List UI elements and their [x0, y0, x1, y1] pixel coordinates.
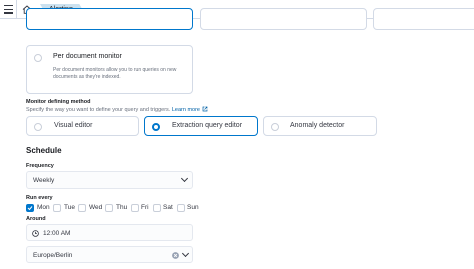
- frequency-value: Weekly: [33, 177, 55, 184]
- chevron-down-icon: [181, 249, 190, 258]
- time-value: 12:00 AM: [43, 229, 71, 237]
- checkbox-mon[interactable]: [26, 204, 34, 212]
- check-icon: [27, 206, 33, 211]
- per-document-description: Per document monitors allow you to run q…: [53, 67, 177, 80]
- monitor-type-card-bucket[interactable]: [200, 8, 367, 30]
- hamburger-icon[interactable]: [4, 5, 13, 14]
- per-document-monitor-card[interactable]: Per document monitor Per document monito…: [26, 45, 193, 94]
- checkbox-sat[interactable]: [153, 204, 161, 212]
- checkbox-tue[interactable]: [53, 204, 61, 212]
- checkbox-fri[interactable]: [131, 204, 139, 212]
- checkbox-wed[interactable]: [78, 204, 86, 212]
- schedule-heading: Schedule: [26, 146, 62, 155]
- day-label-sat: Sat: [163, 204, 173, 211]
- frequency-select[interactable]: Weekly: [26, 171, 193, 189]
- per-document-radio[interactable]: [34, 54, 42, 62]
- clear-icon[interactable]: [172, 251, 179, 259]
- run-every-label: Run every: [26, 195, 53, 201]
- visual-editor-label: Visual editor: [54, 122, 93, 129]
- day-label-wed: Wed: [89, 204, 103, 211]
- day-label-mon: Mon: [37, 204, 50, 211]
- timezone-select[interactable]: Europe/Berlin: [26, 246, 193, 263]
- checkbox-sun[interactable]: [177, 204, 185, 212]
- defining-method-label: Monitor defining method: [26, 99, 91, 105]
- visual-editor-radio[interactable]: [34, 122, 42, 131]
- learn-more-link[interactable]: Learn more: [172, 107, 200, 113]
- day-label-thu: Thu: [116, 204, 128, 211]
- per-document-title: Per document monitor: [53, 53, 122, 60]
- clock-icon: [32, 229, 39, 237]
- day-label-sun: Sun: [187, 204, 199, 211]
- external-link-icon[interactable]: [202, 106, 208, 112]
- checkbox-thu[interactable]: [105, 204, 113, 212]
- chevron-down-icon: [180, 174, 189, 183]
- monitor-type-card-extra[interactable]: [373, 8, 474, 30]
- timezone-value: Europe/Berlin: [33, 251, 73, 259]
- divider: [16, 0, 17, 19]
- option-extraction-query-editor[interactable]: Extraction query editor: [144, 116, 258, 136]
- extraction-query-label: Extraction query editor: [172, 122, 243, 129]
- frequency-label: Frequency: [26, 163, 54, 169]
- defining-method-help-text: Specify the way you want to define your …: [26, 107, 171, 113]
- day-label-fri: Fri: [141, 204, 149, 211]
- option-visual-editor[interactable]: Visual editor: [26, 116, 139, 136]
- day-label-tue: Tue: [64, 204, 75, 211]
- option-anomaly-detector[interactable]: Anomaly detector: [263, 116, 377, 136]
- time-picker[interactable]: 12:00 AM: [26, 224, 193, 241]
- defining-method-help: Specify the way you want to define your …: [26, 106, 208, 113]
- extraction-query-radio[interactable]: [152, 122, 160, 131]
- anomaly-detector-label: Anomaly detector: [290, 122, 345, 129]
- monitor-type-card-query[interactable]: [26, 8, 193, 30]
- anomaly-detector-radio[interactable]: [271, 122, 279, 131]
- around-label: Around: [26, 216, 46, 222]
